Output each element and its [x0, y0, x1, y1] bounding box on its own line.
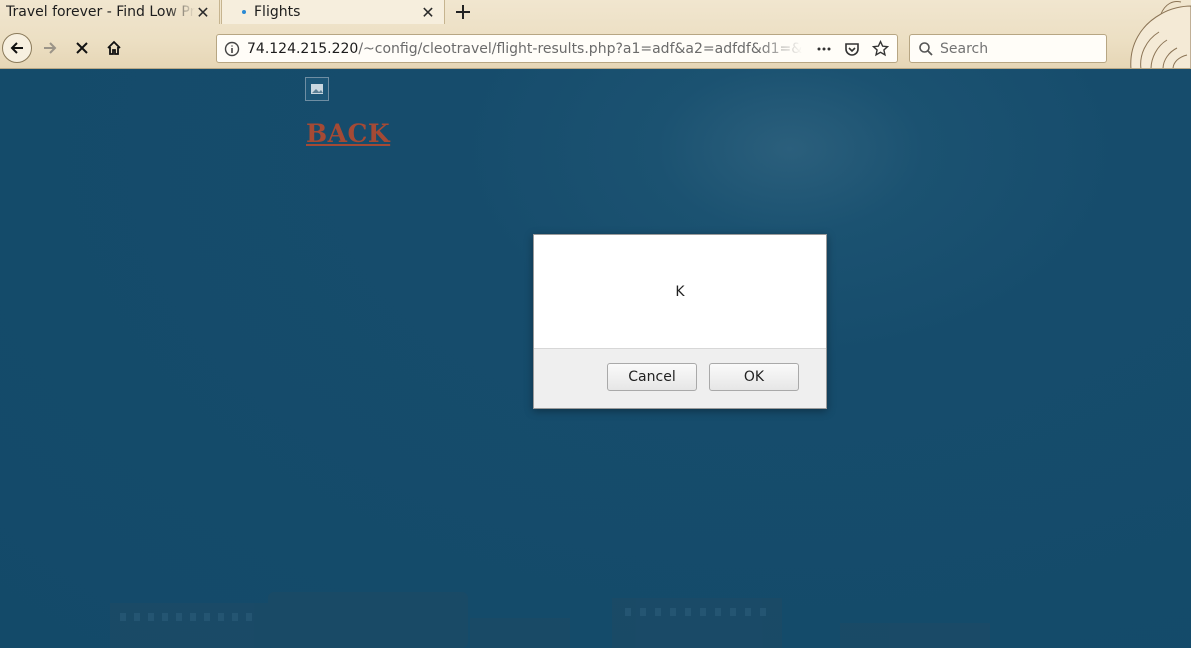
tab-bar: Travel forever - Find Low Pri ✕ Flights … [0, 0, 1191, 24]
pocket-button[interactable] [841, 38, 863, 60]
tab-travel-forever[interactable]: Travel forever - Find Low Pri ✕ [0, 0, 220, 24]
tab-title: Flights [254, 4, 301, 20]
dialog-footer: Cancel OK [534, 348, 826, 408]
plus-icon [456, 5, 470, 19]
info-icon [224, 41, 240, 56]
loading-dot-icon [242, 10, 246, 14]
dialog-message: K [675, 284, 685, 300]
tab-title: Travel forever - Find Low Pri [6, 4, 195, 20]
new-tab-button[interactable] [450, 0, 476, 24]
stop-x-icon [76, 42, 88, 54]
background-buildings [110, 592, 990, 648]
url-host: 74.124.215.220 [247, 40, 359, 57]
tab-close-icon[interactable]: ✕ [195, 3, 211, 22]
star-icon [871, 40, 889, 57]
address-bar[interactable]: 74.124.215.220/~config/cleotravel/flight… [216, 34, 898, 63]
url-path: /~config/cleotravel/flight-results.php?a… [358, 40, 803, 57]
back-link[interactable]: BACK [306, 119, 390, 148]
search-box[interactable] [909, 34, 1107, 63]
forward-button[interactable] [35, 33, 65, 63]
theme-illustration [1130, 1, 1191, 68]
cancel-button[interactable]: Cancel [607, 363, 697, 391]
site-info-button[interactable] [217, 41, 247, 57]
arrow-left-icon [10, 42, 23, 54]
page-actions-button[interactable] [813, 38, 835, 60]
url-actions [803, 38, 897, 60]
ok-button[interactable]: OK [709, 363, 799, 391]
browser-chrome: Travel forever - Find Low Pri ✕ Flights … [0, 0, 1191, 69]
stop-button[interactable] [67, 33, 97, 63]
confirm-dialog: K Cancel OK [533, 234, 827, 409]
url-text[interactable]: 74.124.215.220/~config/cleotravel/flight… [247, 41, 803, 57]
dialog-message-area: K [534, 235, 826, 349]
home-icon [107, 40, 121, 55]
search-input[interactable] [940, 40, 1100, 57]
tab-close-icon[interactable]: ✕ [420, 3, 436, 22]
back-button[interactable] [2, 33, 32, 63]
more-horizontal-icon [817, 47, 831, 50]
search-icon [919, 41, 933, 56]
navigation-toolbar: 74.124.215.220/~config/cleotravel/flight… [0, 28, 1191, 68]
home-button[interactable] [99, 33, 129, 63]
tab-flights[interactable]: Flights ✕ [221, 0, 445, 24]
bookmark-button[interactable] [869, 38, 891, 60]
pocket-icon [845, 42, 859, 56]
arrow-right-icon [44, 42, 57, 54]
broken-image-icon [305, 77, 329, 101]
